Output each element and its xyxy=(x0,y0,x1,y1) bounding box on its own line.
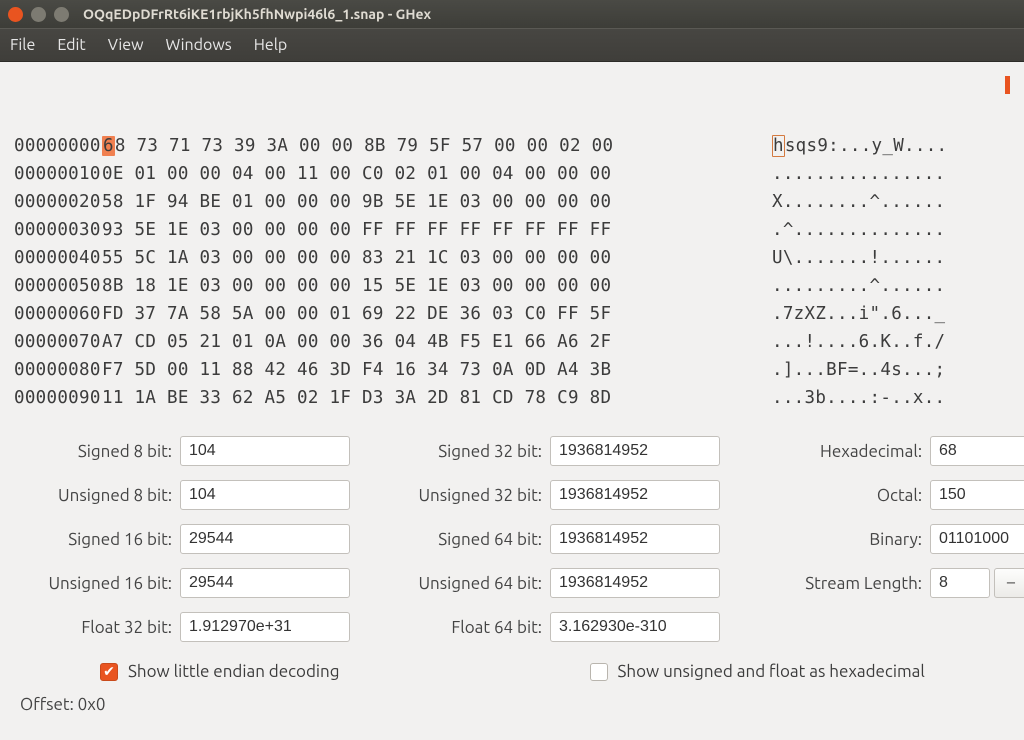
hex-ascii[interactable]: hsqs9:...y_W.... xyxy=(772,132,947,160)
hex-view[interactable]: 0000000068 73 71 73 39 3A 00 00 8B 79 5F… xyxy=(0,62,1024,420)
label-hex: Hexadecimal: xyxy=(780,442,930,461)
label-signed-64: Signed 64 bit: xyxy=(390,530,550,549)
field-float-64[interactable] xyxy=(550,612,720,642)
label-unsigned-64: Unsigned 64 bit: xyxy=(390,574,550,593)
hex-row[interactable]: 00000060FD 37 7A 58 5A 00 00 01 69 22 DE… xyxy=(14,300,1010,328)
hex-bytes[interactable]: 55 5C 1A 03 00 00 00 00 83 21 1C 03 00 0… xyxy=(102,244,772,272)
hex-offset: 00000040 xyxy=(14,244,102,272)
hex-offset: 00000050 xyxy=(14,272,102,300)
field-unsigned-16[interactable] xyxy=(180,568,350,598)
hex-ascii[interactable]: .]...BF=..4s...; xyxy=(772,356,945,384)
hex-selection: 6 xyxy=(102,136,115,156)
hex-ascii[interactable]: U\.......!...... xyxy=(772,244,945,272)
hex-bytes[interactable]: 93 5E 1E 03 00 00 00 00 FF FF FF FF FF F… xyxy=(102,216,772,244)
label-signed-16: Signed 16 bit: xyxy=(20,530,180,549)
stream-length-decrement[interactable]: − xyxy=(994,568,1024,598)
hex-offset: 00000010 xyxy=(14,160,102,188)
field-hex[interactable] xyxy=(930,436,1024,466)
checkbox-little-endian-label: Show little endian decoding xyxy=(128,662,340,681)
menu-view[interactable]: View xyxy=(108,36,144,54)
hex-bytes[interactable]: 68 73 71 73 39 3A 00 00 8B 79 5F 57 00 0… xyxy=(102,132,772,160)
hex-ascii[interactable]: .........^...... xyxy=(772,272,945,300)
hex-row[interactable]: 000000508B 18 1E 03 00 00 00 00 15 5E 1E… xyxy=(14,272,1010,300)
hex-bytes[interactable]: F7 5D 00 11 88 42 46 3D F4 16 34 73 0A 0… xyxy=(102,356,772,384)
hex-ascii[interactable]: ................ xyxy=(772,160,945,188)
hex-row[interactable]: 00000070A7 CD 05 21 01 0A 00 00 36 04 4B… xyxy=(14,328,1010,356)
field-signed-8[interactable] xyxy=(180,436,350,466)
field-unsigned-64[interactable] xyxy=(550,568,720,598)
field-signed-16[interactable] xyxy=(180,524,350,554)
hex-bytes[interactable]: 58 1F 94 BE 01 00 00 00 9B 5E 1E 03 00 0… xyxy=(102,188,772,216)
hex-row[interactable]: 0000002058 1F 94 BE 01 00 00 00 9B 5E 1E… xyxy=(14,188,1010,216)
menu-bar: File Edit View Windows Help xyxy=(0,28,1024,62)
menu-file[interactable]: File xyxy=(10,36,35,54)
hex-row[interactable]: 0000009011 1A BE 33 62 A5 02 1F D3 3A 2D… xyxy=(14,384,1010,412)
hex-offset: 00000020 xyxy=(14,188,102,216)
field-signed-64[interactable] xyxy=(550,524,720,554)
menu-edit[interactable]: Edit xyxy=(57,36,85,54)
window-titlebar: OQqEDpDFrRt6iKE1rbjKh5fhNwpi46l6_1.snap … xyxy=(0,0,1024,28)
hex-row[interactable]: 0000000068 73 71 73 39 3A 00 00 8B 79 5F… xyxy=(14,132,1010,160)
field-bin[interactable] xyxy=(930,524,1024,554)
label-bin: Binary: xyxy=(780,530,930,549)
menu-help[interactable]: Help xyxy=(254,36,288,54)
menu-windows[interactable]: Windows xyxy=(166,36,232,54)
hex-row[interactable]: 0000003093 5E 1E 03 00 00 00 00 FF FF FF… xyxy=(14,216,1010,244)
checkbox-unsigned-hex[interactable]: Show unsigned and float as hexadecimal xyxy=(590,662,925,681)
hex-offset: 00000060 xyxy=(14,300,102,328)
hex-bytes[interactable]: A7 CD 05 21 01 0A 00 00 36 04 4B F5 E1 6… xyxy=(102,328,772,356)
hex-row[interactable]: 000000100E 01 00 00 04 00 11 00 C0 02 01… xyxy=(14,160,1010,188)
field-oct[interactable] xyxy=(930,480,1024,510)
label-float-64: Float 64 bit: xyxy=(390,618,550,637)
hex-bytes[interactable]: 0E 01 00 00 04 00 11 00 C0 02 01 00 04 0… xyxy=(102,160,772,188)
label-unsigned-32: Unsigned 32 bit: xyxy=(390,486,550,505)
check-icon: ✔ xyxy=(100,663,118,681)
hex-offset: 00000090 xyxy=(14,384,102,412)
hex-ascii[interactable]: .7zXZ...i".6..._ xyxy=(772,300,945,328)
window-maximize-button[interactable] xyxy=(54,7,69,22)
hex-ascii[interactable]: ...3b....:-..x.. xyxy=(772,384,945,412)
hex-offset: 00000000 xyxy=(14,132,102,160)
label-stream-length: Stream Length: xyxy=(780,574,930,593)
conversion-panel: Signed 8 bit: Signed 32 bit: Hexadecimal… xyxy=(0,420,1024,681)
window-close-button[interactable] xyxy=(8,7,23,22)
hex-offset: 00000030 xyxy=(14,216,102,244)
hex-offset: 00000080 xyxy=(14,356,102,384)
window-title: OQqEDpDFrRt6iKE1rbjKh5fhNwpi46l6_1.snap … xyxy=(83,6,431,22)
field-float-32[interactable] xyxy=(180,612,350,642)
hex-scroll-indicator xyxy=(1005,76,1010,94)
hex-offset: 00000070 xyxy=(14,328,102,356)
hex-bytes[interactable]: 8B 18 1E 03 00 00 00 00 15 5E 1E 03 00 0… xyxy=(102,272,772,300)
label-unsigned-8: Unsigned 8 bit: xyxy=(20,486,180,505)
hex-row[interactable]: 0000004055 5C 1A 03 00 00 00 00 83 21 1C… xyxy=(14,244,1010,272)
window-minimize-button[interactable] xyxy=(31,7,46,22)
label-signed-32: Signed 32 bit: xyxy=(390,442,550,461)
hex-ascii[interactable]: .^.............. xyxy=(772,216,945,244)
field-signed-32[interactable] xyxy=(550,436,720,466)
field-stream-length[interactable] xyxy=(930,568,990,598)
hex-row[interactable]: 00000080F7 5D 00 11 88 42 46 3D F4 16 34… xyxy=(14,356,1010,384)
check-icon xyxy=(590,663,608,681)
checkbox-unsigned-hex-label: Show unsigned and float as hexadecimal xyxy=(618,662,925,681)
label-float-32: Float 32 bit: xyxy=(20,618,180,637)
label-oct: Octal: xyxy=(780,486,930,505)
hex-ascii[interactable]: X........^...... xyxy=(772,188,945,216)
checkbox-little-endian[interactable]: ✔ Show little endian decoding xyxy=(100,662,340,681)
ascii-selection: h xyxy=(772,135,786,157)
hex-bytes[interactable]: FD 37 7A 58 5A 00 00 01 69 22 DE 36 03 C… xyxy=(102,300,772,328)
field-unsigned-8[interactable] xyxy=(180,480,350,510)
hex-bytes[interactable]: 11 1A BE 33 62 A5 02 1F D3 3A 2D 81 CD 7… xyxy=(102,384,772,412)
field-unsigned-32[interactable] xyxy=(550,480,720,510)
label-unsigned-16: Unsigned 16 bit: xyxy=(20,574,180,593)
label-signed-8: Signed 8 bit: xyxy=(20,442,180,461)
offset-label: Offset: 0x0 xyxy=(0,681,1024,714)
hex-ascii[interactable]: ...!....6.K..f./ xyxy=(772,328,945,356)
